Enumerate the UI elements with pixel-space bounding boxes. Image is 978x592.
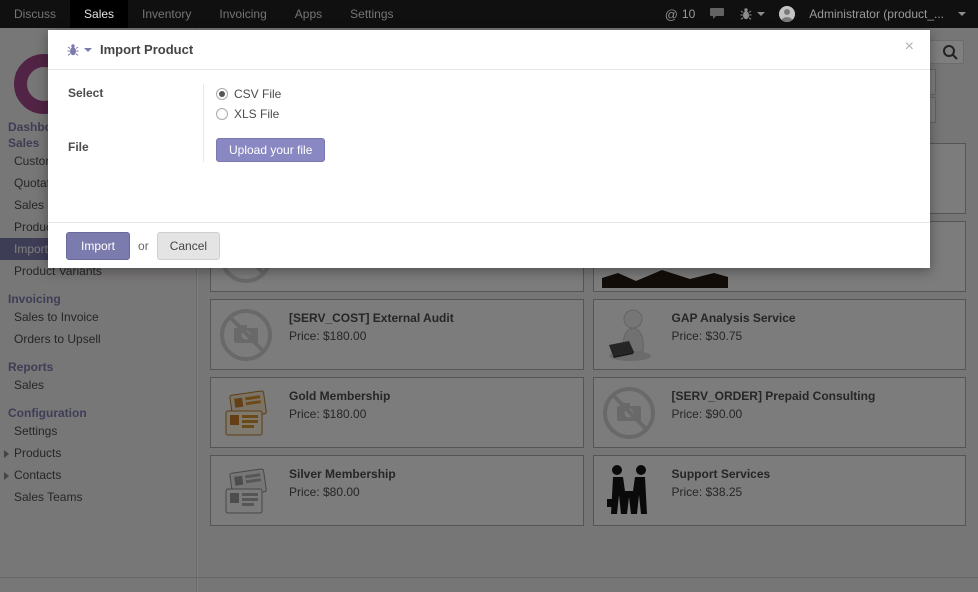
upload-file-button[interactable]: Upload your file (216, 138, 325, 162)
user-avatar[interactable] (779, 6, 795, 22)
dialog-header: Import Product × (48, 30, 930, 70)
debug-caret-icon (757, 12, 765, 16)
topbar-menu-discuss[interactable]: Discuss (0, 0, 70, 28)
import-button[interactable]: Import (66, 232, 130, 260)
debug-caret-icon[interactable] (84, 48, 92, 52)
or-separator: or (138, 239, 149, 253)
close-icon[interactable]: × (905, 38, 914, 56)
dialog-title: Import Product (100, 42, 193, 57)
debug-bug-icon[interactable] (66, 43, 80, 57)
app-window: Discuss Sales Inventory Invoicing Apps S… (0, 0, 978, 592)
topbar: Discuss Sales Inventory Invoicing Apps S… (0, 0, 978, 28)
at-icon: @ (665, 7, 678, 22)
xls-file-radio-label[interactable]: XLS File (234, 107, 279, 121)
topbar-menu-inventory[interactable]: Inventory (128, 0, 205, 28)
cancel-button[interactable]: Cancel (157, 232, 220, 260)
topbar-right: @ 10 Administrator (product_... (665, 6, 978, 22)
debug-bug-icon[interactable] (739, 7, 765, 21)
topbar-menu-settings[interactable]: Settings (336, 0, 407, 28)
topbar-menu-sales[interactable]: Sales (70, 0, 128, 28)
chat-icon[interactable] (709, 7, 725, 21)
user-menu[interactable]: Administrator (product_... (809, 7, 944, 21)
select-field-label: Select (68, 84, 203, 138)
import-product-dialog: Import Product × Select CSV File XLS Fil… (48, 30, 930, 268)
messages-count: 10 (682, 7, 695, 21)
topbar-menu-apps[interactable]: Apps (281, 0, 336, 28)
topbar-menu-invoicing[interactable]: Invoicing (205, 0, 280, 28)
csv-file-radio-label[interactable]: CSV File (234, 87, 281, 101)
dialog-body: Select CSV File XLS File File Upload you… (48, 70, 930, 222)
csv-file-radio[interactable] (216, 88, 228, 100)
xls-file-radio[interactable] (216, 108, 228, 120)
messages-counter[interactable]: @ 10 (665, 7, 696, 22)
dialog-footer: Import or Cancel (48, 222, 930, 268)
file-field-label: File (68, 138, 203, 162)
user-menu-caret-icon[interactable] (958, 12, 966, 16)
